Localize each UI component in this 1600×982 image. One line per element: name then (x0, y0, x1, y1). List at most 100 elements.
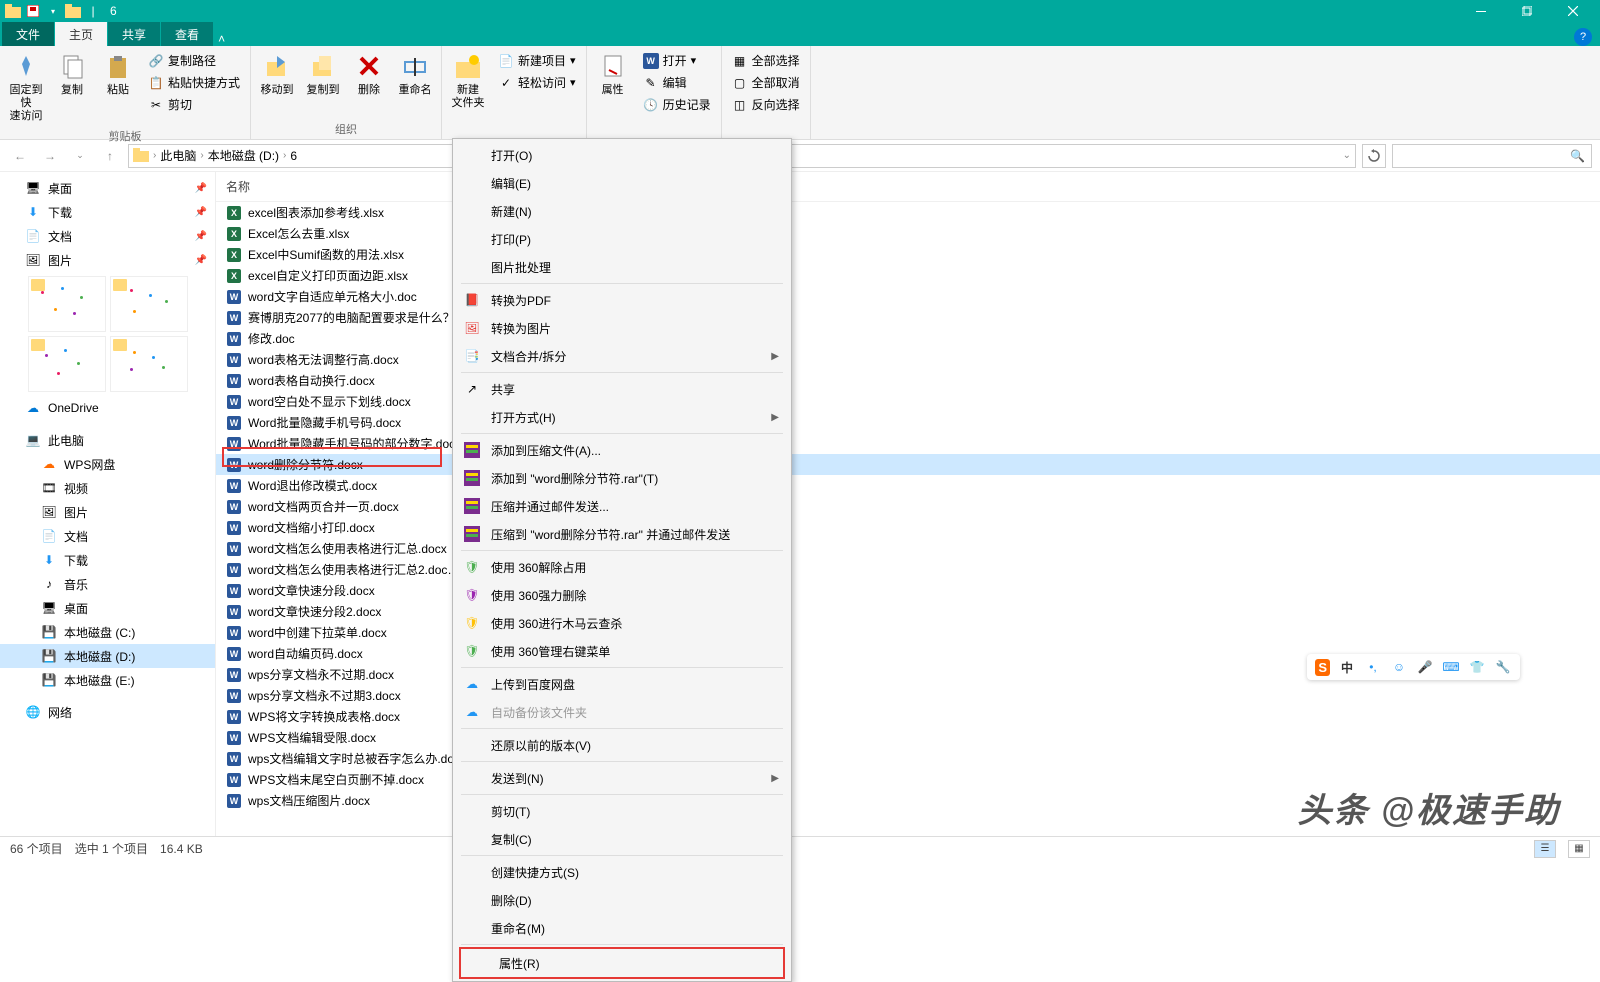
cm-upload-baidu[interactable]: ☁上传到百度网盘 (453, 670, 791, 698)
tab-file[interactable]: 文件 (2, 22, 54, 46)
nav-wps[interactable]: ☁WPS网盘 (0, 452, 215, 476)
nav-onedrive[interactable]: ☁OneDrive (0, 396, 215, 420)
maximize-button[interactable] (1504, 0, 1550, 22)
copy-path-button[interactable]: 🔗复制路径 (144, 50, 244, 71)
properties-button[interactable]: 属性 (591, 48, 635, 99)
recent-dropdown[interactable]: ⌄ (68, 144, 92, 168)
cm-share[interactable]: ↗共享 (453, 375, 791, 403)
rename-button[interactable]: 重命名 (393, 48, 437, 99)
nav-desktop[interactable]: 🖥桌面📌 (0, 176, 215, 200)
nav-desktop2[interactable]: 🖥桌面 (0, 596, 215, 620)
nav-downloads[interactable]: ⬇下载📌 (0, 200, 215, 224)
breadcrumb-drive[interactable]: 本地磁盘 (D:) (208, 147, 279, 164)
cm-360-unlock[interactable]: 🛡使用 360解除占用 (453, 553, 791, 581)
file-row[interactable]: Wword文档缩小打印.docx (216, 517, 1600, 538)
cm-open[interactable]: 打开(O) (453, 141, 791, 169)
ribbon-collapse-icon[interactable]: ˄ (214, 32, 229, 46)
cm-cut[interactable]: 剪切(T) (453, 797, 791, 825)
refresh-button[interactable] (1362, 144, 1386, 168)
thumb[interactable] (28, 336, 106, 392)
tab-view[interactable]: 查看 (161, 22, 213, 46)
nav-network[interactable]: 🌐网络 (0, 700, 215, 724)
paste-shortcut-button[interactable]: 📋粘贴快捷方式 (144, 72, 244, 93)
cm-open-with[interactable]: 打开方式(H)▶ (453, 403, 791, 431)
breadcrumb-this-pc[interactable]: 此电脑 (160, 147, 196, 164)
file-row[interactable]: WWord批量隐藏手机号码.docx (216, 412, 1600, 433)
thumb[interactable] (110, 336, 188, 392)
select-none-button[interactable]: ▢全部取消 (728, 72, 804, 93)
cm-to-pdf[interactable]: 📕转换为PDF (453, 286, 791, 314)
file-row[interactable]: Wword文章快速分段.docx (216, 580, 1600, 601)
ime-toolbox-icon[interactable]: 🔧 (1494, 658, 1512, 676)
cm-add-archive[interactable]: 添加到压缩文件(A)... (453, 436, 791, 464)
breadcrumb-folder[interactable]: 6 (290, 149, 297, 163)
cut-button[interactable]: ✂剪切 (144, 94, 244, 115)
ime-punct-icon[interactable]: •, (1364, 658, 1382, 676)
cm-compress-rar-mail[interactable]: 压缩到 "word删除分节符.rar" 并通过邮件发送 (453, 520, 791, 548)
copy-to-button[interactable]: 复制到 (301, 48, 345, 99)
file-row[interactable]: WWord批量隐藏手机号码的部分数字.doc… (216, 433, 1600, 454)
cm-edit[interactable]: 编辑(E) (453, 169, 791, 197)
column-header-name[interactable]: 名称 (216, 172, 1600, 202)
cm-merge-split[interactable]: 📑文档合并/拆分▶ (453, 342, 791, 370)
file-row[interactable]: Wword表格自动换行.docx (216, 370, 1600, 391)
nav-pictures2[interactable]: 🖼图片 (0, 500, 215, 524)
cm-360-trojan[interactable]: 🛡使用 360进行木马云查杀 (453, 609, 791, 637)
cm-compress-mail[interactable]: 压缩并通过邮件发送... (453, 492, 791, 520)
thumb[interactable] (110, 276, 188, 332)
invert-selection-button[interactable]: ◫反向选择 (728, 94, 804, 115)
paste-button[interactable]: 粘贴 (96, 48, 140, 99)
file-row[interactable]: Wword文章快速分段2.docx (216, 601, 1600, 622)
nav-drive-e[interactable]: 💾本地磁盘 (E:) (0, 668, 215, 692)
cm-restore[interactable]: 还原以前的版本(V) (453, 731, 791, 759)
copy-button[interactable]: 复制 (50, 48, 94, 99)
new-item-button[interactable]: 📄新建项目 ▾ (494, 50, 580, 71)
select-all-button[interactable]: ▦全部选择 (728, 50, 804, 71)
cm-batch-img[interactable]: 图片批处理 (453, 253, 791, 281)
cm-rename[interactable]: 重命名(M) (453, 914, 791, 942)
minimize-button[interactable] (1458, 0, 1504, 22)
back-button[interactable]: ← (8, 144, 32, 168)
ime-toolbar[interactable]: S 中 •, ☺ 🎤 ⌨ 👕 🔧 (1307, 654, 1520, 680)
ime-keyboard-icon[interactable]: ⌨ (1442, 658, 1460, 676)
ime-skin-icon[interactable]: 👕 (1468, 658, 1486, 676)
close-button[interactable] (1550, 0, 1596, 22)
move-to-button[interactable]: 移动到 (255, 48, 299, 99)
qat-dropdown-icon[interactable]: ▾ (44, 2, 62, 20)
ime-lang[interactable]: 中 (1338, 658, 1356, 676)
nav-drive-c[interactable]: 💾本地磁盘 (C:) (0, 620, 215, 644)
file-row[interactable]: Xexcel图表添加参考线.xlsx (216, 202, 1600, 223)
file-row[interactable]: WWPS文档编辑受限.docx (216, 727, 1600, 748)
cm-360-menu[interactable]: 🛡使用 360管理右键菜单 (453, 637, 791, 665)
file-row[interactable]: Wword中创建下拉菜单.docx (216, 622, 1600, 643)
forward-button[interactable]: → (38, 144, 62, 168)
file-row[interactable]: Wword空白处不显示下划线.docx (216, 391, 1600, 412)
cm-delete[interactable]: 删除(D) (453, 886, 791, 914)
help-icon[interactable]: ? (1574, 28, 1592, 46)
file-row[interactable]: XExcel怎么去重.xlsx (216, 223, 1600, 244)
file-row[interactable]: WWPS将文字转换成表格.docx (216, 706, 1600, 727)
nav-documents2[interactable]: 📄文档 (0, 524, 215, 548)
cm-send-to[interactable]: 发送到(N)▶ (453, 764, 791, 792)
file-row[interactable]: Wwps文档编辑文字时总被吞字怎么办.do… (216, 748, 1600, 769)
ime-voice-icon[interactable]: 🎤 (1416, 658, 1434, 676)
cm-new[interactable]: 新建(N) (453, 197, 791, 225)
file-row[interactable]: XExcel中Sumif函数的用法.xlsx (216, 244, 1600, 265)
addr-dropdown-icon[interactable]: ⌄ (1343, 150, 1351, 161)
file-row[interactable]: Wword文档两页合并一页.docx (216, 496, 1600, 517)
nav-drive-d[interactable]: 💾本地磁盘 (D:) (0, 644, 215, 668)
file-row[interactable]: Wwps分享文档永不过期3.docx (216, 685, 1600, 706)
nav-music[interactable]: ♪音乐 (0, 572, 215, 596)
delete-button[interactable]: 删除 (347, 48, 391, 99)
easy-access-button[interactable]: ✓轻松访问 ▾ (494, 72, 580, 93)
history-button[interactable]: 🕓历史记录 (639, 94, 715, 115)
search-input[interactable]: 🔍 (1392, 144, 1592, 168)
cm-properties[interactable]: 属性(R) (461, 949, 783, 977)
file-row[interactable]: Wword文档怎么使用表格进行汇总.docx (216, 538, 1600, 559)
file-row[interactable]: Wword文字自适应单元格大小.doc (216, 286, 1600, 307)
file-row[interactable]: Xexcel自定义打印页面边距.xlsx (216, 265, 1600, 286)
cm-to-img[interactable]: 🖼转换为图片 (453, 314, 791, 342)
pin-to-quick-access-button[interactable]: 固定到快 速访问 (4, 48, 48, 126)
cm-create-shortcut[interactable]: 创建快捷方式(S) (453, 858, 791, 886)
file-row[interactable]: Wword文档怎么使用表格进行汇总2.doc… (216, 559, 1600, 580)
